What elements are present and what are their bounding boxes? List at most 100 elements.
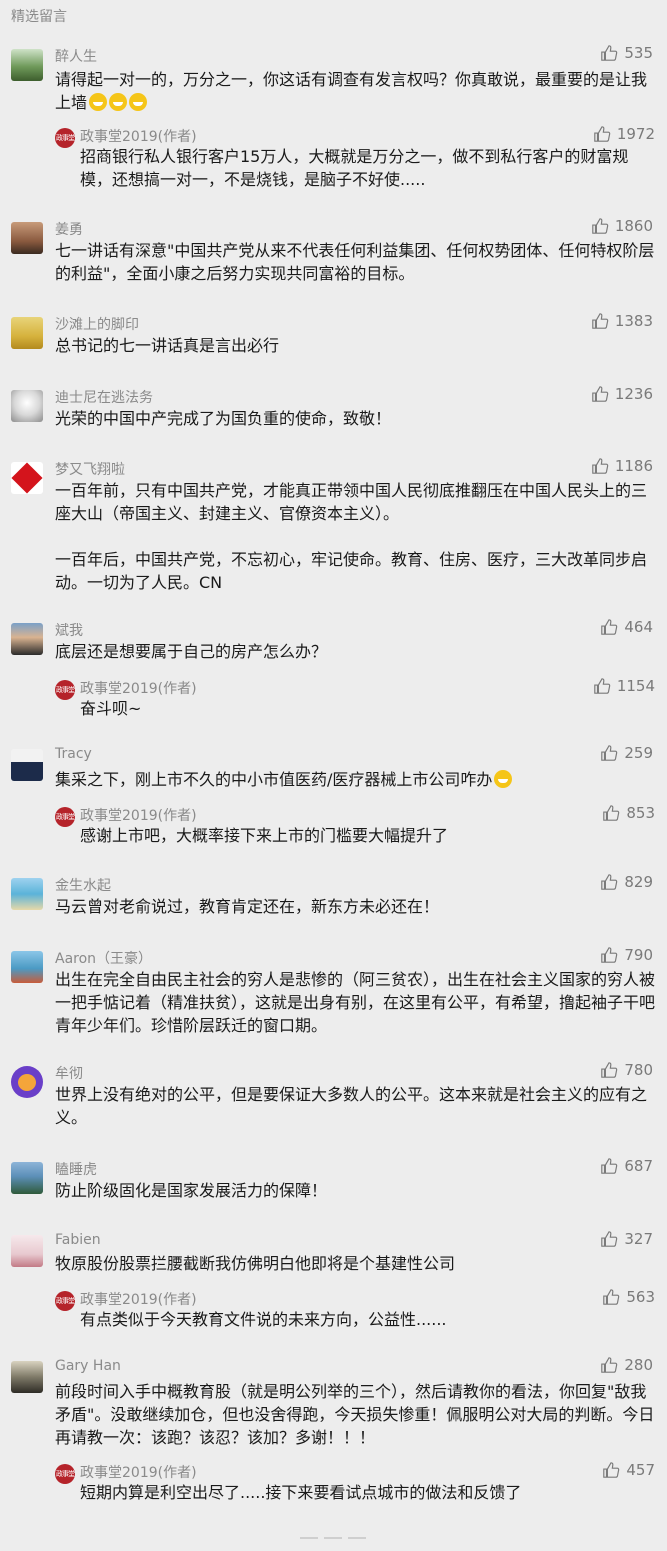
comment-author[interactable]: 沙滩上的脚印 — [55, 314, 139, 334]
grin-emoji-icon — [89, 93, 108, 111]
like-button[interactable]: 780 — [600, 1061, 653, 1079]
author-avatar[interactable]: 政事堂 — [55, 807, 75, 827]
avatar[interactable] — [11, 749, 43, 781]
thumbs-up-icon — [603, 1289, 620, 1305]
like-button[interactable]: 687 — [600, 1157, 653, 1175]
like-count: 780 — [624, 1061, 653, 1079]
thumbs-up-icon — [601, 1357, 618, 1373]
like-count: 1186 — [614, 457, 653, 475]
comment-author[interactable]: 斌我 — [55, 620, 83, 640]
like-button[interactable]: 1860 — [591, 217, 653, 235]
avatar[interactable] — [11, 878, 43, 910]
thumbs-up-icon — [601, 874, 618, 890]
like-button[interactable]: 1186 — [591, 457, 653, 475]
like-button[interactable]: 1236 — [591, 385, 653, 403]
reply-like-count: 1154 — [616, 677, 655, 695]
red-diamond-icon — [11, 462, 43, 494]
comment-author[interactable]: 迪士尼在逃法务 — [55, 387, 153, 407]
reply-text: 感谢上市吧，大概率接下来上市的门槛要大幅提升了 — [80, 826, 449, 845]
grin-emoji-icon — [129, 93, 148, 111]
thumbs-up-icon — [603, 1462, 620, 1478]
laugh-cry-emoji-icon — [494, 770, 513, 788]
comment-text: 马云曾对老俞说过，教育肯定还在，新东方未必还在！ — [55, 897, 440, 916]
comment-text: 出生在完全自由民主社会的穷人是悲惨的（阿三贫农），出生在社会主义国家的穷人被一把… — [55, 970, 656, 1035]
avatar[interactable] — [11, 1235, 43, 1267]
comment-text: 底层还是想要属于自己的房产怎么办？ — [55, 642, 328, 661]
avatar[interactable] — [11, 390, 43, 422]
comment-author[interactable]: 瞌睡虎 — [55, 1159, 97, 1179]
reply-author[interactable]: 政事堂2019(作者) — [80, 805, 197, 825]
avatar[interactable] — [11, 951, 43, 983]
thumbs-up-icon — [601, 947, 618, 963]
like-count: 280 — [624, 1356, 653, 1374]
like-button[interactable]: 464 — [600, 618, 653, 636]
reply-author[interactable]: 政事堂2019(作者) — [80, 1462, 197, 1482]
author-avatar[interactable]: 政事堂 — [55, 128, 75, 148]
reply-author[interactable]: 政事堂2019(作者) — [80, 678, 197, 698]
like-count: 829 — [624, 873, 653, 891]
comment-author[interactable]: 姜勇 — [55, 219, 83, 239]
reply-like-count: 457 — [626, 1461, 655, 1479]
avatar[interactable] — [11, 623, 43, 655]
reply-author[interactable]: 政事堂2019(作者) — [80, 1289, 197, 1309]
avatar[interactable] — [11, 222, 43, 254]
reply-author[interactable]: 政事堂2019(作者) — [80, 126, 197, 146]
comment-author[interactable]: Gary Han — [55, 1358, 121, 1374]
thumbs-up-icon — [601, 619, 618, 635]
author-avatar[interactable]: 政事堂 — [55, 1291, 75, 1311]
comment-text: 光荣的中国中产完成了为国负重的使命，致敬！ — [55, 409, 392, 428]
page-dash — [348, 1537, 366, 1539]
like-button[interactable]: 829 — [600, 873, 653, 891]
comment-author[interactable]: Aaron（王豪） — [55, 948, 152, 968]
avatar[interactable] — [11, 1066, 43, 1098]
comment-text: 前段时间入手中概教育股（就是明公列举的三个），然后请教你的看法，你回复"敌我矛盾… — [55, 1382, 655, 1447]
like-button[interactable]: 327 — [600, 1230, 653, 1248]
comment-text: 牧原股份股票拦腰截断我仿佛明白他即将是个基建性公司 — [55, 1254, 456, 1273]
like-count: 464 — [624, 618, 653, 636]
like-count: 1860 — [614, 217, 653, 235]
like-count: 259 — [624, 744, 653, 762]
cartoon-face-icon — [18, 1074, 36, 1091]
thumbs-up-icon — [601, 1231, 618, 1247]
like-button[interactable]: 259 — [600, 744, 653, 762]
reply-like-button[interactable]: 853 — [602, 804, 655, 822]
avatar[interactable] — [11, 317, 43, 349]
avatar[interactable] — [11, 1361, 43, 1393]
like-count: 535 — [624, 44, 653, 62]
comment-author[interactable]: 金生水起 — [55, 875, 111, 895]
page-dash — [324, 1537, 342, 1539]
reply-like-button[interactable]: 1154 — [593, 677, 655, 695]
thumbs-up-icon — [592, 218, 609, 234]
thumbs-up-icon — [592, 313, 609, 329]
comment-text: 防止阶级固化是国家发展活力的保障！ — [55, 1181, 328, 1200]
like-button[interactable]: 1383 — [591, 312, 653, 330]
like-count: 687 — [624, 1157, 653, 1175]
thumbs-up-icon — [594, 678, 611, 694]
avatar[interactable] — [11, 1162, 43, 1194]
like-count: 1383 — [614, 312, 653, 330]
comment-author[interactable]: Fabien — [55, 1232, 101, 1248]
reply-like-button[interactable]: 563 — [602, 1288, 655, 1306]
page-indicator — [300, 1537, 366, 1539]
like-count: 790 — [624, 946, 653, 964]
comment-author[interactable]: 牟彻 — [55, 1063, 83, 1083]
reply-like-button[interactable]: 457 — [602, 1461, 655, 1479]
comment-author[interactable]: 梦又飞翔啦 — [55, 459, 125, 479]
reply-like-button[interactable]: 1972 — [593, 125, 655, 143]
avatar[interactable] — [11, 49, 43, 81]
thumbs-up-icon — [592, 458, 609, 474]
author-avatar[interactable]: 政事堂 — [55, 680, 75, 700]
comment-text: 世界上没有绝对的公平，但是要保证大多数人的公平。这本来就是社会主义的应有之义。 — [55, 1085, 648, 1127]
comment-author[interactable]: 醉人生 — [55, 46, 97, 66]
like-count: 327 — [624, 1230, 653, 1248]
like-button[interactable]: 535 — [600, 44, 653, 62]
avatar[interactable] — [11, 462, 43, 494]
grin-emoji-icon — [109, 93, 128, 111]
comment-author[interactable]: Tracy — [55, 746, 92, 762]
like-button[interactable]: 790 — [600, 946, 653, 964]
thumbs-up-icon — [592, 386, 609, 402]
author-avatar[interactable]: 政事堂 — [55, 1464, 75, 1484]
reply-text: 奋斗呗~ — [80, 699, 142, 718]
like-button[interactable]: 280 — [600, 1356, 653, 1374]
reply-text: 招商银行私人银行客户15万人，大概就是万分之一，做不到私行客户的财富规模，还想搞… — [80, 147, 629, 189]
